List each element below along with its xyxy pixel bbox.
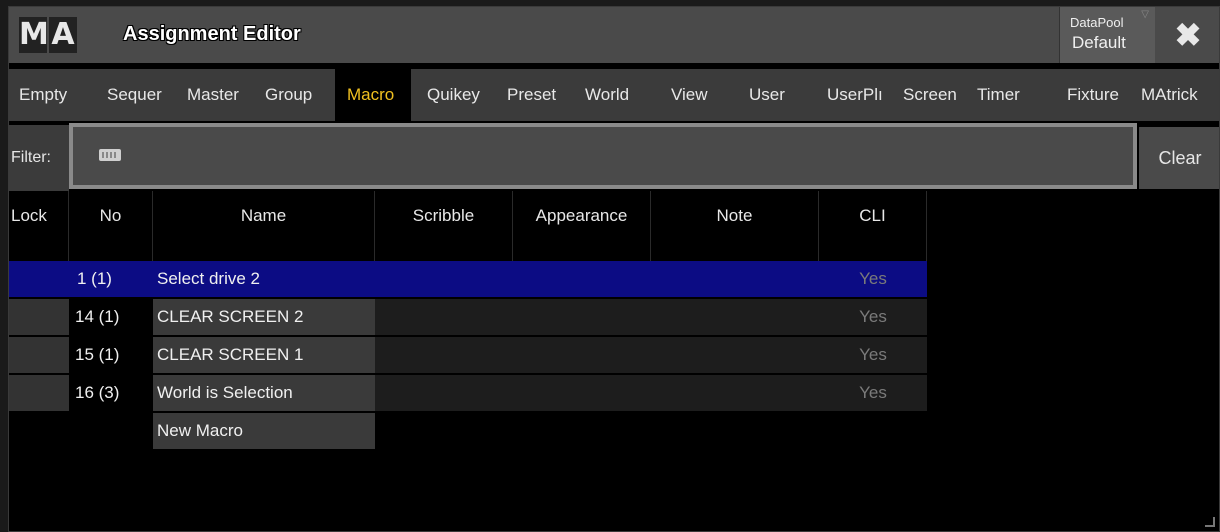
tab-sequence[interactable]: Sequer	[107, 69, 163, 121]
column-header-appearance[interactable]: Appearance	[513, 191, 651, 261]
cell-no: 16 (3)	[69, 375, 153, 411]
new-item-row[interactable]: New Macro	[9, 413, 1219, 451]
logo-letter-a: A	[49, 17, 77, 53]
tab-view[interactable]: View	[671, 69, 721, 121]
cell-cli[interactable]: Yes	[819, 261, 927, 297]
keyboard-icon[interactable]	[99, 149, 121, 161]
cell-scribble[interactable]	[375, 299, 513, 335]
clear-filter-button[interactable]: Clear	[1139, 127, 1219, 189]
table-row[interactable]: 16 (3) World is Selection Yes	[9, 375, 1219, 413]
cell-note[interactable]	[651, 299, 819, 335]
tab-macro[interactable]: Macro	[335, 69, 411, 121]
cell-no: 14 (1)	[69, 299, 153, 335]
tab-userprofile[interactable]: UserPlı	[827, 69, 897, 121]
close-icon: ✖	[1174, 17, 1202, 53]
cell-name[interactable]: CLEAR SCREEN 2	[153, 299, 375, 335]
tab-quikey[interactable]: Quikey	[427, 69, 489, 121]
column-header-cli[interactable]: CLI	[819, 191, 927, 261]
tab-preset[interactable]: Preset	[507, 69, 569, 121]
tab-matricks[interactable]: MAtrick	[1141, 69, 1219, 121]
table-row[interactable]: 14 (1) CLEAR SCREEN 2 Yes	[9, 299, 1219, 337]
table-row[interactable]: 15 (1) CLEAR SCREEN 1 Yes	[9, 337, 1219, 375]
cell-appearance[interactable]	[513, 375, 651, 411]
cell-cli[interactable]: Yes	[819, 375, 927, 411]
cell-name[interactable]: Select drive 2	[153, 261, 375, 297]
tab-user[interactable]: User	[749, 69, 799, 121]
column-header-no[interactable]: No	[69, 191, 153, 261]
cell-note[interactable]	[651, 261, 819, 297]
cell-cli[interactable]: Yes	[819, 337, 927, 373]
cell-no: 15 (1)	[69, 337, 153, 373]
cell-note[interactable]	[651, 337, 819, 373]
cell-appearance[interactable]	[513, 299, 651, 335]
new-macro-button[interactable]: New Macro	[153, 413, 375, 449]
cell-lock[interactable]	[9, 299, 69, 335]
cell-scribble[interactable]	[375, 261, 513, 297]
filter-input[interactable]	[69, 123, 1137, 189]
tab-group[interactable]: Group	[265, 69, 333, 121]
datapool-value: Default	[1072, 33, 1126, 52]
datapool-selector[interactable]: DataPool Default ▽	[1059, 7, 1155, 63]
title-bar: M A Assignment Editor DataPool Default ▽…	[9, 7, 1219, 63]
cell-cli[interactable]: Yes	[819, 299, 927, 335]
column-header-note[interactable]: Note	[651, 191, 819, 261]
cell-name[interactable]: World is Selection	[153, 375, 375, 411]
cell-lock[interactable]	[9, 261, 69, 297]
cell-appearance[interactable]	[513, 261, 651, 297]
tab-master[interactable]: Master	[187, 69, 259, 121]
resize-grip-icon[interactable]	[1205, 517, 1215, 527]
tab-fixture[interactable]: Fixture	[1067, 69, 1133, 121]
tab-timer[interactable]: Timer	[977, 69, 1041, 121]
cell-scribble[interactable]	[375, 375, 513, 411]
close-button[interactable]: ✖	[1155, 7, 1219, 63]
cell-name[interactable]: CLEAR SCREEN 1	[153, 337, 375, 373]
cell-scribble[interactable]	[375, 337, 513, 373]
ma-logo: M A	[19, 17, 77, 53]
assignment-editor-window: M A Assignment Editor DataPool Default ▽…	[8, 6, 1220, 532]
column-header-name[interactable]: Name	[153, 191, 375, 261]
logo-letter-m: M	[19, 17, 49, 53]
cell-lock[interactable]	[9, 375, 69, 411]
column-header-lock[interactable]: Lock	[9, 191, 69, 261]
tab-bar: Empty Sequer Master Group Macro Quikey P…	[9, 69, 1219, 121]
cell-lock[interactable]	[9, 337, 69, 373]
tab-empty[interactable]: Empty	[19, 69, 85, 121]
datapool-label: DataPool	[1070, 15, 1124, 30]
cell-no: 1 (1)	[69, 261, 153, 297]
tab-screen[interactable]: Screen	[903, 69, 973, 121]
dropdown-arrow-icon: ▽	[1141, 9, 1149, 20]
column-header-scribble[interactable]: Scribble	[375, 191, 513, 261]
cell-appearance[interactable]	[513, 337, 651, 373]
filter-label: Filter:	[9, 125, 69, 191]
cell-note[interactable]	[651, 375, 819, 411]
table-row[interactable]: 1 (1) Select drive 2 Yes	[9, 261, 1219, 299]
tab-world[interactable]: World	[585, 69, 641, 121]
window-title: Assignment Editor	[123, 23, 301, 45]
